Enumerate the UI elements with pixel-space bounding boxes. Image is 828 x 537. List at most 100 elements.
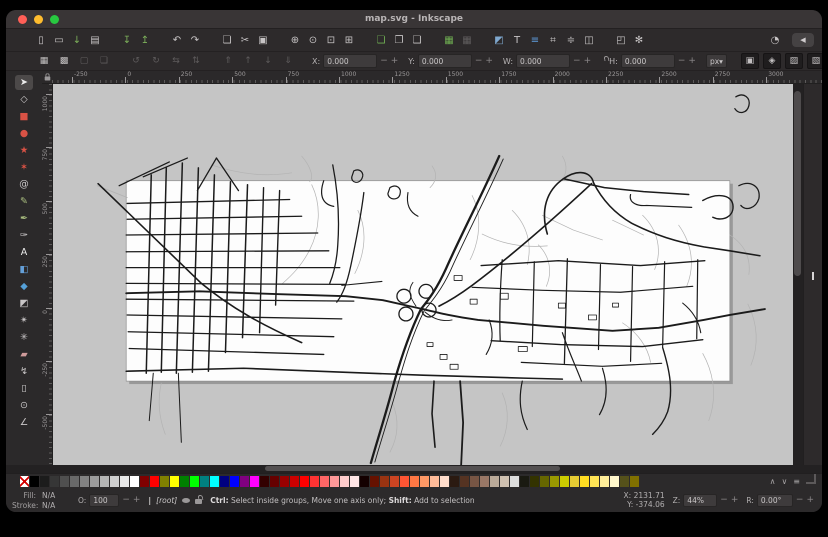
color-swatch[interactable] — [220, 476, 229, 487]
undo-icon[interactable]: ↶ — [168, 32, 186, 49]
lower-icon[interactable]: ↓ — [260, 54, 276, 68]
layer-lock-icon[interactable] — [195, 499, 202, 504]
raise-icon[interactable]: ↑ — [240, 54, 256, 68]
color-swatch[interactable] — [560, 476, 569, 487]
flip-horizontal-icon[interactable]: ⇆ — [168, 54, 184, 68]
color-swatch[interactable] — [120, 476, 129, 487]
color-swatch[interactable] — [50, 476, 59, 487]
color-swatch[interactable] — [500, 476, 509, 487]
current-layer-name[interactable]: [root] — [156, 496, 177, 505]
calligraphy-tool[interactable]: ✑ — [15, 228, 33, 243]
color-swatch[interactable] — [390, 476, 399, 487]
treat-groups-icon[interactable]: ❏ — [96, 54, 112, 68]
ellipse-tool[interactable]: ● — [15, 126, 33, 141]
color-swatch[interactable] — [520, 476, 529, 487]
color-swatch[interactable] — [590, 476, 599, 487]
rotation-field[interactable]: 0.00° — [757, 494, 793, 507]
zoom-field[interactable]: 44% — [683, 494, 717, 507]
guide-lock-icon[interactable] — [44, 77, 50, 81]
redo-icon[interactable]: ↷ — [186, 32, 204, 49]
x-field-plus-button[interactable]: + — [391, 56, 399, 66]
layer-visibility-eye-icon[interactable] — [182, 498, 190, 503]
paste-icon[interactable]: ▣ — [254, 32, 272, 49]
color-swatch[interactable] — [430, 476, 439, 487]
color-swatch[interactable] — [480, 476, 489, 487]
color-swatch[interactable] — [270, 476, 279, 487]
resize-grip-icon[interactable] — [806, 474, 816, 484]
color-swatch[interactable] — [230, 476, 239, 487]
bucket-tool[interactable]: ◩ — [15, 296, 33, 311]
deselect-button-icon[interactable]: ▢ — [76, 54, 92, 68]
h-field-input[interactable]: 0.000 — [621, 54, 675, 68]
color-swatch[interactable] — [180, 476, 189, 487]
create-clone-icon[interactable]: ❐ — [390, 32, 408, 49]
color-swatch[interactable] — [150, 476, 159, 487]
color-swatch[interactable] — [620, 476, 629, 487]
rectangle-tool[interactable]: ■ — [15, 109, 33, 124]
cut-icon[interactable]: ✂ — [236, 32, 254, 49]
color-swatch[interactable] — [340, 476, 349, 487]
color-swatch[interactable] — [170, 476, 179, 487]
x-field-input[interactable]: 0.000 — [323, 54, 377, 68]
color-swatch[interactable] — [140, 476, 149, 487]
opacity-plus-button[interactable]: + — [133, 495, 141, 505]
color-swatch[interactable] — [260, 476, 269, 487]
export-icon[interactable]: ↥ — [136, 32, 154, 49]
spiral-tool[interactable]: @ — [15, 177, 33, 192]
horizontal-ruler[interactable]: -250025050075010001250150017502000225025… — [52, 71, 822, 83]
color-swatch[interactable] — [460, 476, 469, 487]
print-icon[interactable]: ▤ — [86, 32, 104, 49]
affect-patterns-icon[interactable]: ▧ — [807, 53, 822, 69]
affect-gradients-icon[interactable]: ▨ — [785, 53, 803, 69]
color-swatch[interactable] — [530, 476, 539, 487]
color-swatch[interactable] — [110, 476, 119, 487]
color-swatch[interactable] — [240, 476, 249, 487]
select-all-objects-icon[interactable]: ▦ — [36, 54, 52, 68]
h-field-minus-button[interactable]: − — [678, 56, 686, 66]
affect-corners-icon[interactable]: ◈ — [763, 53, 781, 69]
color-swatch[interactable] — [30, 476, 39, 487]
color-swatch[interactable] — [250, 476, 259, 487]
document-properties-icon[interactable]: ◰ — [612, 32, 630, 49]
duplicate-icon[interactable]: ❏ — [372, 32, 390, 49]
color-swatch[interactable] — [100, 476, 109, 487]
horizontal-scrollbar[interactable] — [6, 465, 822, 473]
vertical-scrollbar[interactable] — [793, 84, 803, 465]
xml-editor-icon[interactable]: ⌗ — [544, 32, 562, 49]
rotation-minus-button[interactable]: − — [796, 495, 804, 505]
open-document-icon[interactable]: ▭ — [50, 32, 68, 49]
drawing-canvas[interactable] — [53, 84, 793, 465]
zoom-selection-icon[interactable]: ⊕ — [286, 32, 304, 49]
color-swatch[interactable] — [630, 476, 639, 487]
color-swatch[interactable] — [510, 476, 519, 487]
color-swatch[interactable] — [280, 476, 289, 487]
color-swatch[interactable] — [350, 476, 359, 487]
color-swatch[interactable] — [320, 476, 329, 487]
unit-dropdown[interactable]: px▾ — [706, 54, 727, 68]
spray-tool[interactable]: ✳ — [15, 330, 33, 345]
color-swatch[interactable] — [410, 476, 419, 487]
color-swatch[interactable] — [190, 476, 199, 487]
rotate-ccw-icon[interactable]: ↺ — [128, 54, 144, 68]
import-icon[interactable]: ↧ — [118, 32, 136, 49]
w-field-minus-button[interactable]: − — [573, 56, 581, 66]
vertical-ruler[interactable]: 10007505002500-250-500 — [42, 84, 53, 465]
color-swatch[interactable] — [450, 476, 459, 487]
node-tool[interactable]: ◇ — [15, 92, 33, 107]
rotation-plus-button[interactable]: + — [806, 495, 814, 505]
color-swatch[interactable] — [360, 476, 369, 487]
text-tool[interactable]: A — [15, 245, 33, 260]
vertical-scrollbar-thumb[interactable] — [794, 91, 801, 276]
rotate-cw-icon[interactable]: ↻ — [148, 54, 164, 68]
color-swatch[interactable] — [200, 476, 209, 487]
opacity-field[interactable]: 100 — [89, 494, 119, 507]
color-swatch[interactable] — [580, 476, 589, 487]
flip-vertical-icon[interactable]: ⇅ — [188, 54, 204, 68]
pencil-tool[interactable]: ✎ — [15, 194, 33, 209]
tweak-tool[interactable]: ✴ — [15, 313, 33, 328]
select-all-icon[interactable]: ▦ — [440, 32, 458, 49]
collapse-toolbar-icon[interactable]: ◀ — [792, 33, 814, 47]
zoom-page-icon[interactable]: ⊡ — [322, 32, 340, 49]
preferences-icon[interactable]: ✻ — [630, 32, 648, 49]
color-swatch[interactable] — [60, 476, 69, 487]
